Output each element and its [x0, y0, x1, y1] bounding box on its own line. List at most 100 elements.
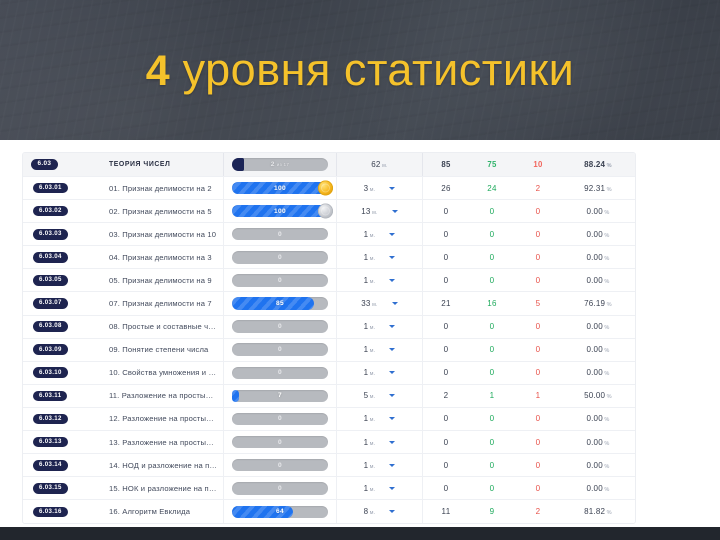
table-row[interactable]: 6.03.14 14. НОД и разложение на простые м…: [23, 454, 635, 478]
table-row[interactable]: 6.03.12 12. Разложение на простые множите…: [23, 407, 635, 432]
time-cell: 1 м.: [337, 407, 423, 431]
progress-bar: 100: [232, 180, 333, 196]
code-badge: 6.03.09: [33, 344, 68, 356]
expand-caret-icon[interactable]: [389, 278, 396, 282]
time-cell: 1 м.: [337, 361, 423, 384]
code-cell: 6.03.16: [23, 506, 109, 518]
progress-label: 0: [278, 461, 282, 469]
wrong-count: 0: [535, 414, 541, 424]
percent-cell: 0.00%: [586, 275, 610, 285]
correct-count: 0: [489, 414, 495, 424]
topic-name: 01. Признак делимости на 2: [109, 183, 212, 193]
code-badge: 6.03.14: [33, 459, 68, 471]
expand-caret-icon[interactable]: [389, 417, 396, 421]
progress-cell[interactable]: 0: [223, 246, 337, 269]
table-row[interactable]: 6.03.15 15. НОК и разложение на простые м…: [23, 477, 635, 501]
expand-caret-icon[interactable]: [389, 394, 396, 398]
medal-face: [321, 183, 330, 193]
slide-title: 4 уровня статистики: [0, 0, 720, 140]
progress-cell[interactable]: 0: [223, 454, 337, 477]
expand-caret-icon[interactable]: [389, 486, 396, 490]
code-cell: 6.03.15: [23, 482, 109, 494]
time-cell: 3 м.: [337, 177, 423, 200]
progress-cell[interactable]: 0: [223, 477, 337, 500]
progress-cell[interactable]: 0: [223, 269, 337, 292]
table-row[interactable]: 6.03.13 13. Разложение на простые множите…: [23, 431, 635, 455]
progress-cell[interactable]: 100: [223, 200, 337, 223]
topic-name: 04. Признак делимости на 3: [109, 252, 212, 262]
progress-cell[interactable]: 0: [223, 338, 337, 361]
percent-cell: 0.00%: [586, 414, 610, 424]
time-cell: 1 м.: [337, 338, 423, 361]
table-header-row[interactable]: 6.03 ТЕОРИЯ ЧИСЕЛ 2 из 17 62 м. 85 75 10 88.24%: [23, 153, 635, 177]
progress-label: 85: [276, 300, 284, 308]
table-row[interactable]: 6.03.04 04. Признак делимости на 3 0 1 м. 0 0 0…: [23, 246, 635, 270]
progress-cell[interactable]: 0: [223, 361, 337, 384]
percent-unit: %: [604, 255, 610, 262]
table-row[interactable]: 6.03.11 11. Разложение на простые множите…: [23, 384, 635, 408]
total-count: 0: [443, 345, 449, 355]
table-row[interactable]: 6.03.16 16. Алгоритм Евклида 64 8 м. 11 9 2 81.8…: [23, 500, 635, 524]
progress-bar: 0: [232, 482, 328, 495]
table-row[interactable]: 6.03.01 01. Признак делимости на 2 100 3 м. 2…: [23, 177, 635, 201]
expand-caret-icon[interactable]: [389, 440, 396, 444]
progress-cell[interactable]: 7: [223, 384, 337, 407]
progress-cell[interactable]: 0: [223, 315, 337, 338]
title-text: уровня статистики: [182, 44, 575, 95]
total-count: 0: [443, 368, 449, 378]
table-row[interactable]: 6.03.07 07. Признак делимости на 7 85 33 м. 2…: [23, 292, 635, 316]
time-value: 1 м.: [363, 483, 376, 493]
time-unit: м.: [369, 371, 376, 378]
table-row[interactable]: 6.03.03 03. Признак делимости на 10 0 1 м. 0 0…: [23, 223, 635, 247]
time-unit: м.: [372, 302, 378, 309]
progress-cell[interactable]: 85: [223, 292, 337, 315]
percent-unit: %: [606, 510, 612, 517]
percent-cell: 76.19%: [584, 299, 612, 309]
expand-caret-icon[interactable]: [391, 209, 398, 213]
progress-cell[interactable]: 64: [223, 500, 337, 524]
table-row[interactable]: 6.03.10 10. Свойства умножения и деления …: [23, 361, 635, 385]
progress-cell[interactable]: 0: [223, 431, 337, 454]
progress-cell[interactable]: 2 из 17: [223, 153, 337, 176]
table-row[interactable]: 6.03.02 02. Признак делимости на 5 100 13 м.…: [23, 200, 635, 224]
progress-cell[interactable]: 0: [223, 407, 337, 431]
total-count: 0: [443, 275, 449, 285]
progress-bar: 85: [232, 297, 328, 310]
percent-cell: 0.00%: [586, 252, 610, 262]
topic-name: 02. Признак делимости на 5: [109, 206, 212, 216]
percent-cell: 0.00%: [586, 437, 610, 447]
topic-name: 07. Признак делимости на 7: [109, 299, 212, 309]
percent-unit: %: [606, 394, 612, 401]
correct-count: 1: [489, 391, 495, 401]
wrong-count: 0: [535, 229, 541, 239]
total-count: 2: [443, 391, 449, 401]
progress-bar: 2 из 17: [232, 158, 328, 171]
table-row[interactable]: 6.03.05 05. Признак делимости на 9 0 1 м. 0 0 0…: [23, 269, 635, 293]
expand-caret-icon[interactable]: [389, 348, 396, 352]
expand-caret-icon[interactable]: [389, 325, 396, 329]
progress-cell[interactable]: 100: [223, 177, 337, 200]
expand-caret-icon[interactable]: [389, 186, 396, 190]
percent-unit: %: [606, 302, 612, 309]
time-unit: м.: [369, 463, 376, 470]
expand-caret-icon[interactable]: [391, 302, 398, 306]
wrong-count: 0: [535, 368, 541, 378]
progress-cell[interactable]: 0: [223, 223, 337, 246]
expand-caret-icon[interactable]: [389, 463, 396, 467]
progress-label: 7: [278, 392, 282, 400]
content-sheet: 6.03 ТЕОРИЯ ЧИСЕЛ 2 из 17 62 м. 85 75 10 88.24% 6.…: [0, 140, 720, 527]
code-badge: 6.03.05: [33, 275, 68, 286]
table-row[interactable]: 6.03.09 09. Понятие степени числа 0 1 м. 0 0 0 0…: [23, 338, 635, 362]
time-unit: м.: [369, 348, 376, 355]
time-value: 3 м.: [363, 183, 376, 193]
expand-caret-icon[interactable]: [389, 371, 396, 375]
expand-caret-icon[interactable]: [389, 232, 396, 236]
time-cell: 1 м.: [337, 269, 423, 292]
expand-caret-icon[interactable]: [389, 255, 396, 259]
wrong-count: 0: [535, 275, 541, 285]
expand-caret-icon[interactable]: [389, 510, 396, 514]
table-row[interactable]: 6.03.08 08. Простые и составные числа 0 1 м.…: [23, 315, 635, 339]
code-cell: 6.03.02: [23, 205, 109, 217]
correct-count: 0: [489, 345, 495, 355]
progress-label: 0: [278, 484, 282, 492]
